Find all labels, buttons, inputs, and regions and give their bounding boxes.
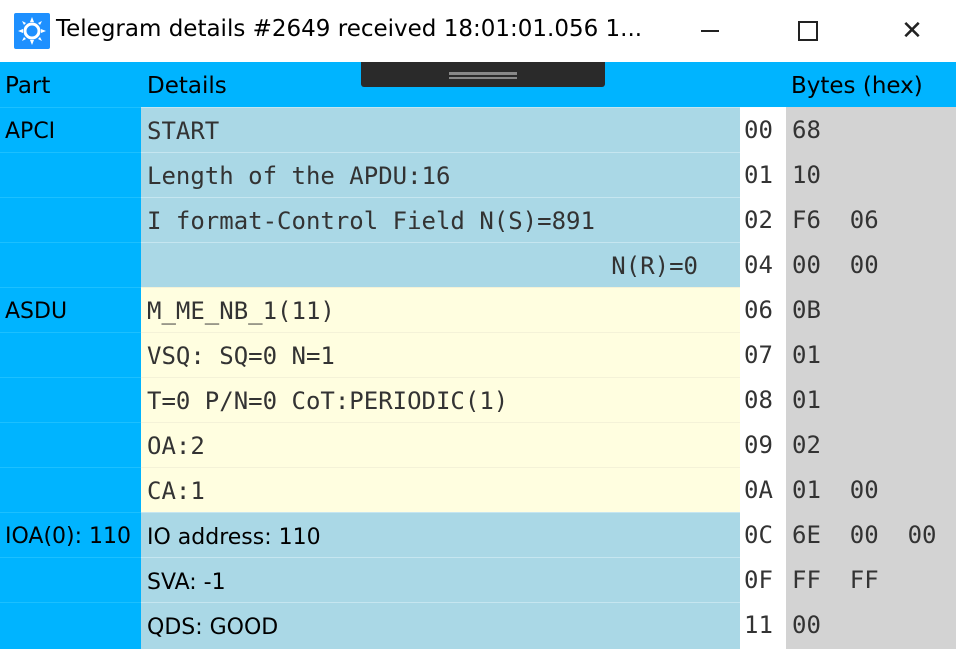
bytes-cell[interactable]: 00	[786, 602, 956, 649]
part-cell-empty	[0, 332, 141, 377]
bytes-cell[interactable]: 10	[786, 152, 956, 197]
app-gear-icon	[14, 13, 50, 49]
detail-cell[interactable]: T=0 P/N=0 CoT:PERIODIC(1)	[141, 377, 740, 422]
bytes-cell[interactable]: 6E 00 00	[786, 512, 956, 557]
maximize-button[interactable]	[778, 0, 838, 62]
offset-cell: 06	[740, 287, 786, 332]
telegram-grid: Part Details Bytes (hex) APCI ASDU IOA(0…	[0, 62, 956, 649]
grip-line	[449, 77, 517, 79]
part-cell-empty	[0, 467, 141, 512]
offset-cell: 09	[740, 422, 786, 467]
part-cell-empty	[0, 197, 141, 242]
part-column: APCI ASDU IOA(0): 110	[0, 107, 141, 649]
detail-cell[interactable]: SVA: -1	[141, 557, 740, 602]
detail-cell[interactable]: IO address: 110	[141, 512, 740, 557]
offset-cell: 0A	[740, 467, 786, 512]
column-header-bytes[interactable]: Bytes (hex)	[786, 62, 956, 107]
offset-cell: 0F	[740, 557, 786, 602]
offset-cell: 01	[740, 152, 786, 197]
bytes-cell[interactable]: F6 06	[786, 197, 956, 242]
detail-cell[interactable]: Length of the APDU:16	[141, 152, 740, 197]
bytes-cell[interactable]: 0B	[786, 287, 956, 332]
offset-cell: 08	[740, 377, 786, 422]
offset-cell: 04	[740, 242, 786, 287]
part-cell-apci: APCI	[0, 107, 141, 152]
drag-handle[interactable]	[361, 62, 605, 87]
detail-cell[interactable]: N(R)=0	[141, 242, 740, 287]
close-button[interactable]: ✕	[882, 0, 942, 62]
part-cell-empty	[0, 377, 141, 422]
bytes-cell[interactable]: 01	[786, 377, 956, 422]
bytes-cell[interactable]: 68	[786, 107, 956, 152]
offset-cell: 07	[740, 332, 786, 377]
column-header-offset	[740, 62, 786, 107]
offset-cell: 00	[740, 107, 786, 152]
bytes-cell[interactable]: 00 00	[786, 242, 956, 287]
part-cell-ioa: IOA(0): 110	[0, 512, 141, 557]
detail-cell[interactable]: QDS: GOOD	[141, 602, 740, 649]
offset-cell: 0C	[740, 512, 786, 557]
part-cell-empty	[0, 422, 141, 467]
part-cell-empty	[0, 557, 141, 602]
title-bar: Telegram details #2649 received 18:01:01…	[0, 0, 956, 62]
grip-icon	[449, 72, 517, 75]
part-cell-asdu: ASDU	[0, 287, 141, 332]
maximize-icon	[798, 21, 818, 41]
minimize-button[interactable]	[680, 0, 740, 62]
offset-cell: 02	[740, 197, 786, 242]
close-icon: ✕	[901, 16, 923, 46]
detail-cell[interactable]: CA:1	[141, 467, 740, 512]
detail-cell[interactable]: START	[141, 107, 740, 152]
bytes-cell[interactable]: 01 00	[786, 467, 956, 512]
part-cell-empty	[0, 602, 141, 647]
part-cell-empty	[0, 152, 141, 197]
minimize-icon	[701, 30, 719, 32]
detail-cell[interactable]: VSQ: SQ=0 N=1	[141, 332, 740, 377]
detail-cell[interactable]: M_ME_NB_1(11)	[141, 287, 740, 332]
window-title: Telegram details #2649 received 18:01:01…	[56, 16, 643, 42]
bytes-cell[interactable]: FF FF	[786, 557, 956, 602]
offset-cell: 11	[740, 602, 786, 649]
detail-cell[interactable]: I format-Control Field N(S)=891	[141, 197, 740, 242]
bytes-cell[interactable]: 02	[786, 422, 956, 467]
bytes-cell[interactable]: 01	[786, 332, 956, 377]
part-cell-empty	[0, 242, 141, 287]
detail-cell[interactable]: OA:2	[141, 422, 740, 467]
column-header-part[interactable]: Part	[0, 62, 141, 107]
